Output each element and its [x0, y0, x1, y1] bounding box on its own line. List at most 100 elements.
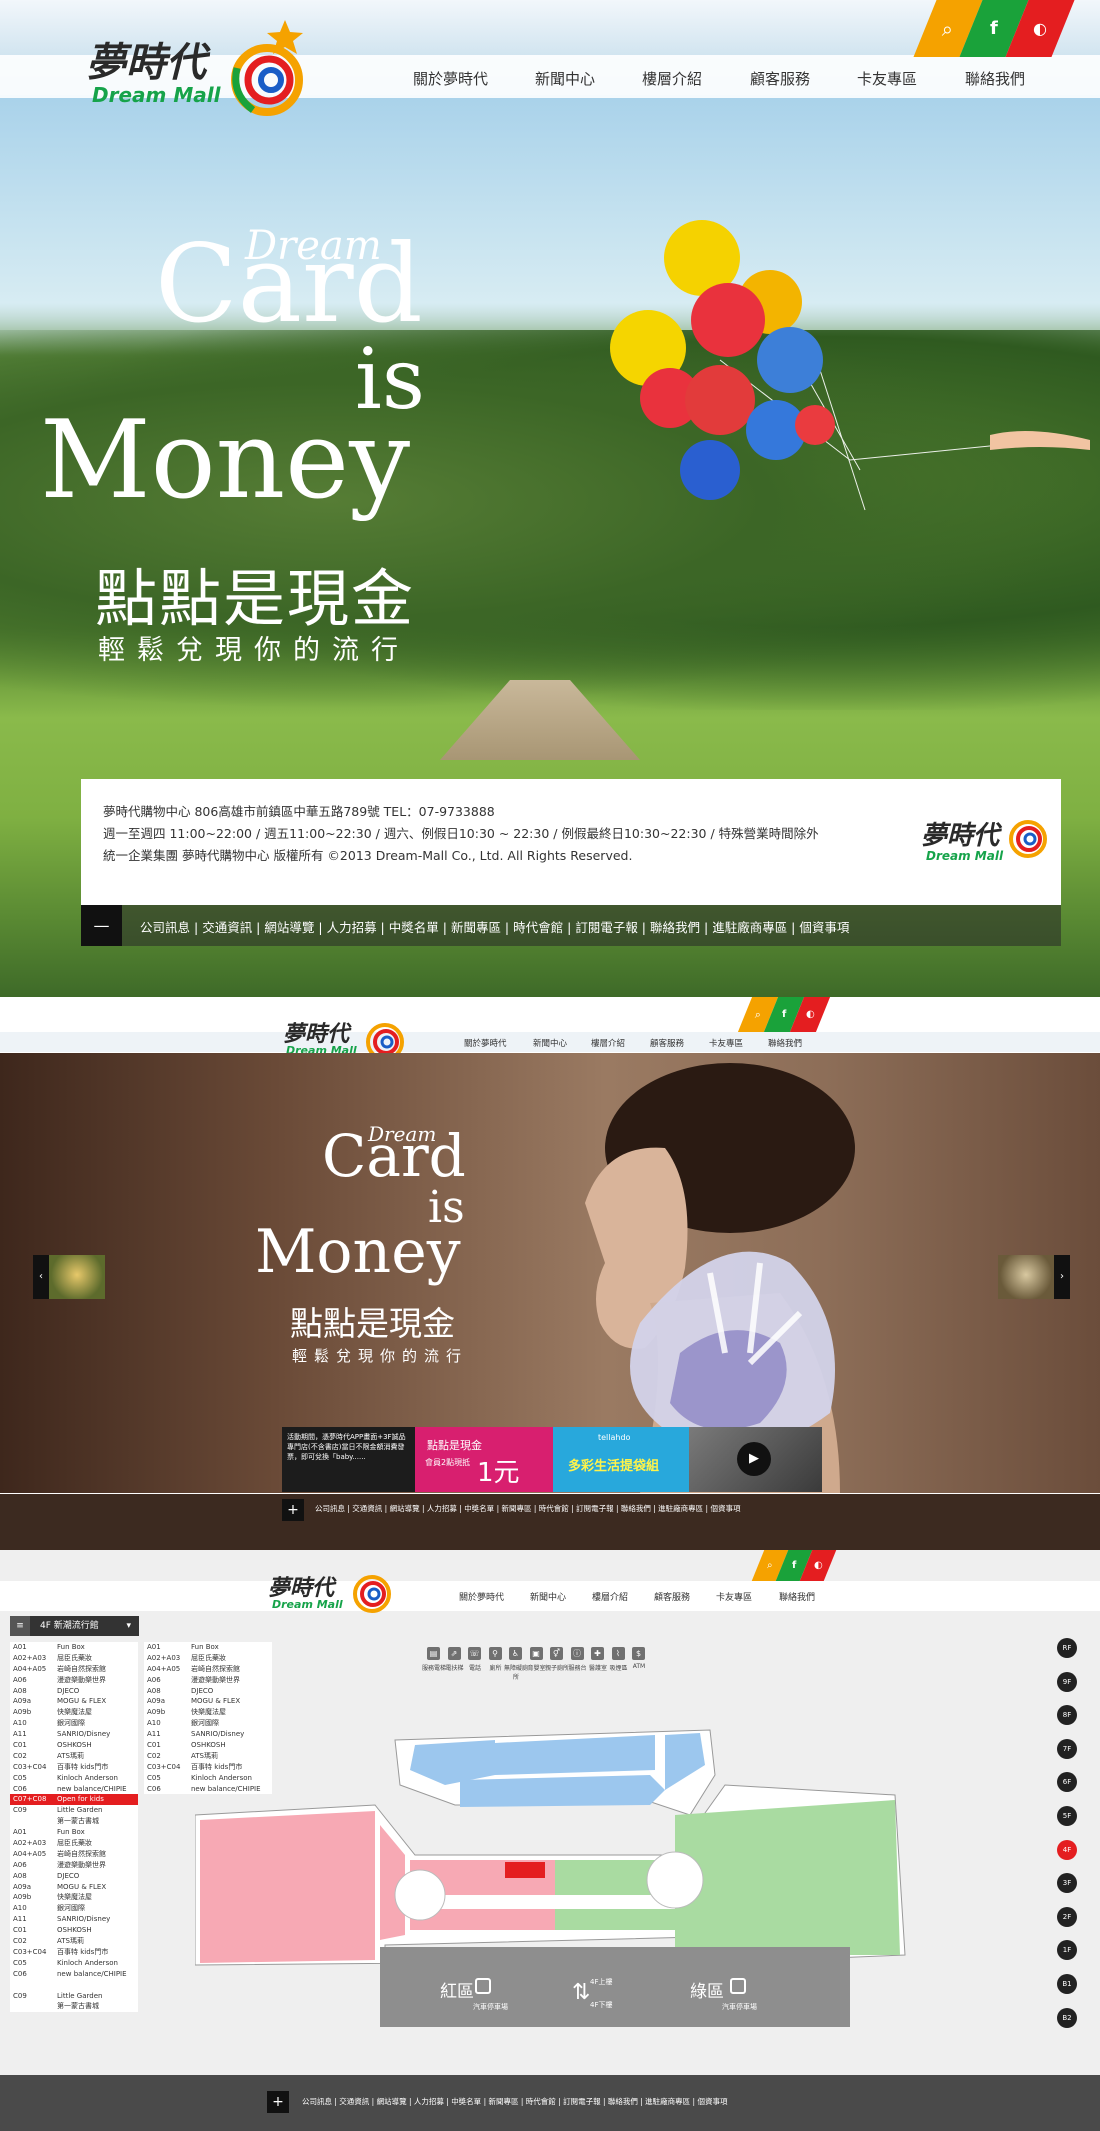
store-legend-row[interactable]: [10, 1980, 138, 1991]
floor-button-1f[interactable]: 1F: [1057, 1940, 1077, 1961]
store-legend-row[interactable]: A10 銀河國際: [10, 1903, 138, 1914]
store-legend-row[interactable]: A06 漫遊樂動樂世界: [144, 1675, 272, 1686]
nav-service-3[interactable]: 顧客服務: [654, 1590, 690, 1603]
store-legend-row[interactable]: A02+A03 屈臣氏藥妝: [144, 1653, 272, 1664]
floor-button-rf[interactable]: RF: [1057, 1638, 1077, 1658]
footer-link[interactable]: 訂閱電子報: [575, 920, 638, 935]
nav-news-3[interactable]: 新聞中心: [530, 1590, 566, 1603]
store-legend-row[interactable]: A01 Fun Box: [10, 1642, 138, 1653]
store-legend-row[interactable]: A09b 快樂魔法屋: [10, 1892, 138, 1903]
store-legend-row[interactable]: C05 Kinloch Anderson: [10, 1958, 138, 1969]
footer-link[interactable]: 交通資訊: [352, 1504, 382, 1513]
store-legend-row[interactable]: C06 new balance/CHIPIE: [10, 1784, 138, 1795]
footer-link[interactable]: 聯絡我們: [621, 1504, 651, 1513]
promo-banner-2[interactable]: 點點是現金 會員2點現抵 1元: [415, 1427, 553, 1492]
floor-button-2f[interactable]: 2F: [1057, 1906, 1077, 1927]
store-legend-row[interactable]: A04+A05 岩崎自然探索館: [10, 1664, 138, 1675]
nav-floors-2[interactable]: 樓層介紹: [591, 1037, 625, 1049]
floor-button-b1[interactable]: B1: [1057, 1974, 1077, 1994]
footer-link[interactable]: 網站導覽: [390, 1504, 420, 1513]
footer-expand-button[interactable]: +: [282, 1499, 304, 1521]
floor-button-8f[interactable]: 8F: [1057, 1705, 1077, 1726]
info-desk-icon[interactable]: ⓘ: [570, 1647, 584, 1660]
store-legend-row[interactable]: A01 Fun Box: [144, 1642, 272, 1653]
store-legend-row[interactable]: A01 Fun Box: [10, 1827, 138, 1838]
footer-link[interactable]: 時代會館: [526, 2097, 556, 2106]
first-aid-icon[interactable]: ✚: [591, 1647, 604, 1660]
footer-link[interactable]: 新聞專區: [451, 920, 501, 935]
nav-about-3[interactable]: 關於夢時代: [459, 1590, 504, 1603]
footer-collapse-button[interactable]: —: [81, 905, 122, 946]
footer-link[interactable]: 訂閱電子報: [576, 1504, 614, 1513]
footer-link[interactable]: 人力招募: [427, 1504, 457, 1513]
footer-link[interactable]: 中獎名單: [451, 2097, 481, 2106]
floor-button-5f[interactable]: 5F: [1057, 1806, 1077, 1826]
store-legend-row[interactable]: C09 Little Garden: [10, 1805, 138, 1816]
footer-link[interactable]: 新聞專區: [501, 1504, 531, 1513]
footer-link[interactable]: 公司訊息: [140, 920, 190, 935]
store-legend-row[interactable]: A08 DJECO: [144, 1686, 272, 1697]
promo-banner-1[interactable]: 活動期間，憑夢時代APP畫面+3F誠品專門店(不含書店)當日不限金額消費發票，即…: [282, 1427, 415, 1492]
floor-button-4f[interactable]: 4F: [1057, 1839, 1077, 1860]
footer-link[interactable]: 進駐廠商專區: [712, 920, 787, 935]
service-desk-icon[interactable]: ▤: [427, 1647, 440, 1660]
phone-icon[interactable]: ☏: [468, 1647, 481, 1660]
footer-link[interactable]: 進駐廠商專區: [658, 1504, 703, 1513]
nav-card-3[interactable]: 卡友專區: [716, 1590, 752, 1603]
store-legend-row[interactable]: A09a MOGU & FLEX: [10, 1696, 138, 1707]
footer-expand-button-3[interactable]: +: [267, 2091, 289, 2113]
footer-link[interactable]: 人力招募: [327, 920, 377, 935]
family-restroom-icon[interactable]: ⚥: [550, 1647, 563, 1660]
footer-link[interactable]: 訂閱電子報: [563, 2097, 601, 2106]
floor-button-b2[interactable]: B2: [1057, 2007, 1077, 2028]
floor-button-9f[interactable]: 9F: [1057, 1671, 1077, 1692]
floor-button-3f[interactable]: 3F: [1057, 1873, 1077, 1894]
footer-link[interactable]: 進駐廠商專區: [645, 2097, 690, 2106]
footer-link[interactable]: 交通資訊: [202, 920, 252, 935]
footer-link[interactable]: 時代會館: [513, 920, 563, 935]
escalator-icon[interactable]: ⇗: [447, 1647, 461, 1660]
store-legend-row[interactable]: C09 Little Garden: [10, 1991, 138, 2002]
footer-link[interactable]: 網站導覽: [264, 920, 314, 935]
nav-news-2[interactable]: 新聞中心: [533, 1037, 567, 1049]
store-legend-row[interactable]: A08 DJECO: [10, 1871, 138, 1882]
store-legend-row[interactable]: A04+A05 岩崎自然探索館: [144, 1664, 272, 1675]
store-legend-row[interactable]: C07+C08 Open for kids: [10, 1794, 138, 1806]
footer-link[interactable]: 個資事項: [799, 920, 849, 935]
store-legend-row[interactable]: A04+A05 岩崎自然探索館: [10, 1849, 138, 1860]
promo-banner-4[interactable]: ▶: [689, 1427, 822, 1492]
nav-card[interactable]: 卡友專區: [857, 68, 917, 89]
footer-link[interactable]: 公司訊息: [315, 1504, 345, 1513]
store-legend-row[interactable]: A08 DJECO: [10, 1686, 138, 1697]
nav-contact-2[interactable]: 聯絡我們: [768, 1037, 802, 1049]
nav-service-2[interactable]: 顧客服務: [650, 1037, 684, 1049]
footer-link[interactable]: 時代會館: [539, 1504, 569, 1513]
accessible-restroom-icon[interactable]: ♿: [509, 1647, 522, 1660]
nav-contact-3[interactable]: 聯絡我們: [779, 1590, 815, 1603]
store-legend-row[interactable]: A11 SANRIO/Disney: [10, 1729, 138, 1740]
footer-link[interactable]: 聯絡我們: [650, 920, 700, 935]
floor-button-6f[interactable]: 6F: [1057, 1772, 1077, 1793]
nav-floors-3[interactable]: 樓層介紹: [592, 1590, 628, 1603]
promo-banner-3[interactable]: tellahdo 多彩生活提袋組: [553, 1427, 689, 1492]
site-logo[interactable]: 夢時代 Dream Mall: [80, 0, 310, 125]
store-legend-row[interactable]: A06 漫遊樂動樂世界: [10, 1675, 138, 1686]
store-legend-row[interactable]: C02 ATS瑪莉: [10, 1751, 138, 1762]
footer-link[interactable]: 交通資訊: [339, 2097, 369, 2106]
footer-link[interactable]: 個資事項: [710, 1504, 740, 1513]
store-legend-row[interactable]: C01 OSHKOSH: [10, 1925, 138, 1936]
nav-news[interactable]: 新聞中心: [535, 68, 595, 89]
store-legend-row[interactable]: 第一蒙古書城: [10, 2001, 138, 2012]
footer-link[interactable]: 個資事項: [697, 2097, 727, 2106]
store-legend-row[interactable]: A09b 快樂魔法屋: [10, 1707, 138, 1718]
store-legend-row[interactable]: A06 漫遊樂動樂世界: [10, 1860, 138, 1871]
footer-link[interactable]: 新聞專區: [488, 2097, 518, 2106]
footer-link[interactable]: 中獎名單: [464, 1504, 494, 1513]
nav-about[interactable]: 關於夢時代: [413, 68, 488, 89]
atm-icon[interactable]: $: [632, 1647, 645, 1660]
slider-prev-thumb[interactable]: ‹: [33, 1255, 105, 1299]
play-icon[interactable]: ▶: [737, 1442, 771, 1476]
store-legend-row[interactable]: 第一蒙古書城: [10, 1816, 138, 1827]
baby-room-icon[interactable]: ▣: [529, 1647, 543, 1660]
store-legend-row[interactable]: C01 OSHKOSH: [10, 1740, 138, 1751]
